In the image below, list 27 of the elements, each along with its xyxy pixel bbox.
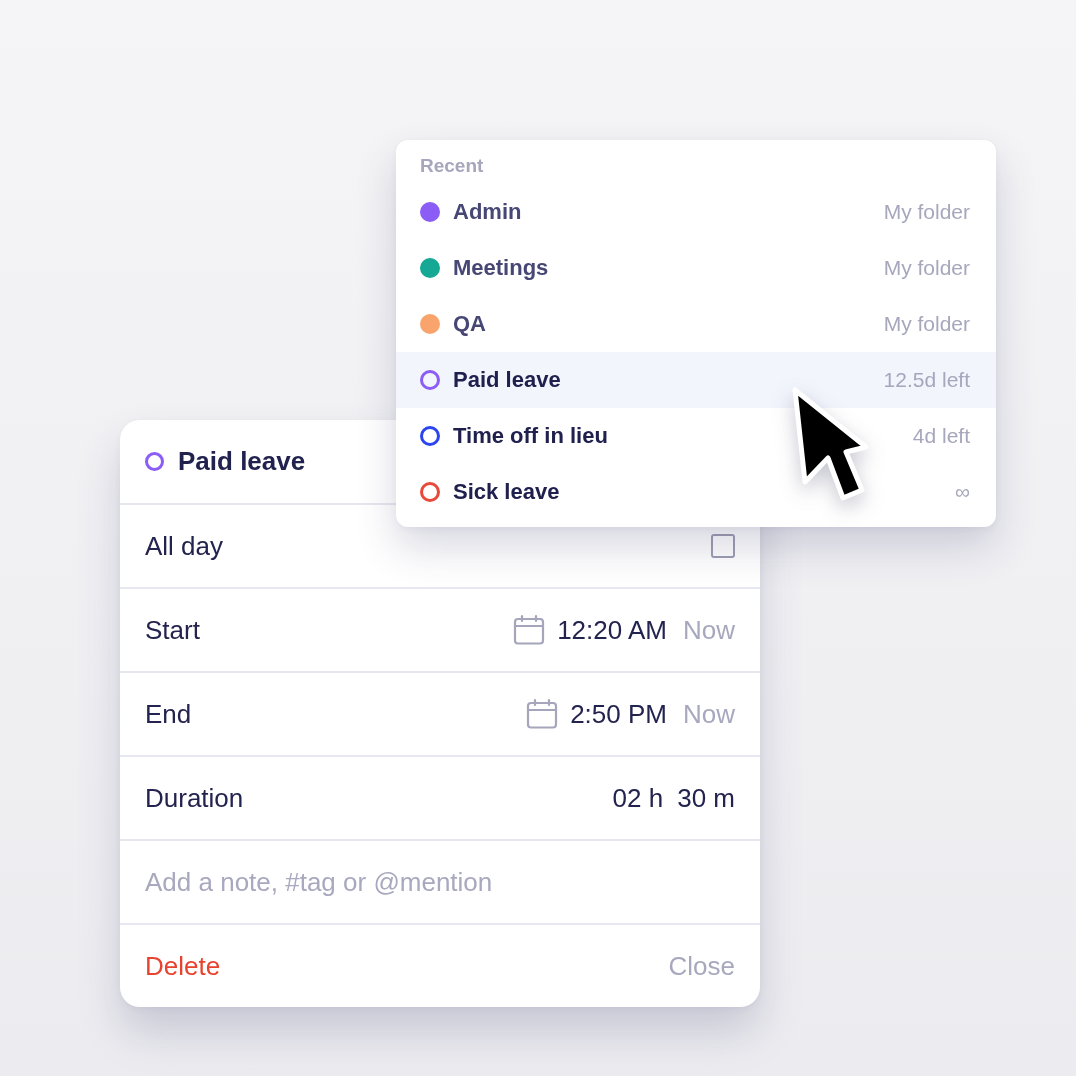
item-detail: My folder	[883, 256, 970, 280]
item-detail: My folder	[883, 312, 970, 336]
field-label: Start	[145, 614, 200, 646]
duration-minutes: 30 m	[677, 782, 735, 814]
field-label: End	[145, 698, 192, 730]
calendar-icon	[526, 699, 559, 729]
duration-hours: 02 h	[612, 782, 664, 814]
calendar-icon	[513, 615, 546, 645]
menu-item[interactable]: QA My folder	[396, 296, 996, 352]
item-detail: My folder	[883, 200, 970, 224]
checkbox[interactable]	[711, 534, 735, 558]
menu-heading: Recent	[420, 155, 484, 177]
time-value[interactable]: 2:50 PM	[570, 698, 667, 730]
item-detail: ∞	[955, 480, 970, 504]
time-value[interactable]: 12:20 AM	[557, 614, 667, 646]
delete-button[interactable]: Delete	[145, 950, 221, 982]
item-detail: 12.5d left	[883, 368, 970, 392]
menu-item[interactable]: Admin My folder	[396, 184, 996, 240]
menu-item[interactable]: Time off in lieu 4d left	[396, 408, 996, 464]
field-label: Duration	[145, 782, 244, 814]
menu-item[interactable]: Sick leave ∞	[396, 464, 996, 520]
note-field[interactable]: Add a note, #tag or @mention	[145, 862, 735, 902]
menu-item[interactable]: Meetings My folder	[396, 240, 996, 296]
field-label: All day	[145, 530, 224, 562]
leave-type-title[interactable]: Paid leave	[178, 446, 306, 477]
menu-item[interactable]: Paid leave 12.5d left	[396, 352, 996, 408]
item-detail: 4d left	[912, 424, 970, 448]
